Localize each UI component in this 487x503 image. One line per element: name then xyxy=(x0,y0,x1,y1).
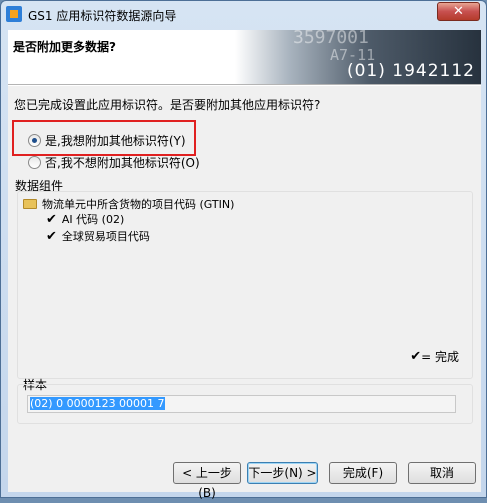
banner-code: (01) 1942112 xyxy=(346,61,475,81)
sample-field[interactable]: (02) 0 0000123 00001 7 xyxy=(27,395,456,413)
radio-no[interactable] xyxy=(28,156,41,169)
option-no[interactable]: 否,我不想附加其他标识符(O) xyxy=(28,155,200,170)
close-button[interactable]: ✕ xyxy=(437,2,480,21)
title-bar: GS1 应用标识符数据源向导 ✕ xyxy=(1,1,486,27)
check-icon: ✔ xyxy=(46,211,57,227)
back-button[interactable]: < 上一步(B) xyxy=(173,462,241,500)
wizard-window: GS1 应用标识符数据源向导 ✕ 是否附加更多数据? 3597001 A7-11… xyxy=(0,0,487,500)
tree-item-label: AI 代码 (02) xyxy=(61,213,125,226)
tree-item-label: 全球贸易项目代码 xyxy=(61,230,150,243)
legend-label: = 完成 xyxy=(421,350,459,364)
cancel-button[interactable]: 取消 xyxy=(408,462,476,484)
tree-root-label: 物流单元中所含货物的项目代码 (GTIN) xyxy=(42,198,235,211)
barcode-banner: 3597001 A7-11 (01) 1942112 xyxy=(235,30,481,84)
wizard-body: 您已完成设置此应用标识符。是否要附加其他应用标识符? 是,我想附加其他标识符(Y… xyxy=(8,86,481,500)
folder-icon xyxy=(23,199,37,209)
finish-button[interactable]: 完成(F) xyxy=(329,462,397,484)
tree-item[interactable]: ✔ AI 代码 (02) xyxy=(46,211,124,227)
question-text: 您已完成设置此应用标识符。是否要附加其他应用标识符? xyxy=(14,98,321,112)
page-title: 是否附加更多数据? xyxy=(13,40,116,54)
option-yes[interactable]: 是,我想附加其他标识符(Y) xyxy=(28,133,186,148)
app-icon xyxy=(6,6,22,22)
wizard-client: 是否附加更多数据? 3597001 A7-11 (01) 1942112 您已完… xyxy=(8,30,481,500)
window-title: GS1 应用标识符数据源向导 xyxy=(28,9,177,23)
option-no-label: 否,我不想附加其他标识符(O) xyxy=(45,156,200,170)
next-button[interactable]: 下一步(N) > xyxy=(247,462,318,484)
check-icon: ✔ xyxy=(46,228,57,244)
tree-root[interactable]: 物流单元中所含货物的项目代码 (GTIN) xyxy=(23,196,234,212)
wizard-header: 是否附加更多数据? 3597001 A7-11 (01) 1942112 xyxy=(8,30,481,85)
sample-value: (02) 0 0000123 00001 7 xyxy=(30,397,165,410)
legend: ✔ = 完成 xyxy=(410,348,459,365)
tree-item[interactable]: ✔ 全球贸易项目代码 xyxy=(46,228,150,244)
check-icon: ✔ xyxy=(410,349,422,364)
option-yes-label: 是,我想附加其他标识符(Y) xyxy=(45,134,186,148)
radio-yes[interactable] xyxy=(28,134,41,147)
